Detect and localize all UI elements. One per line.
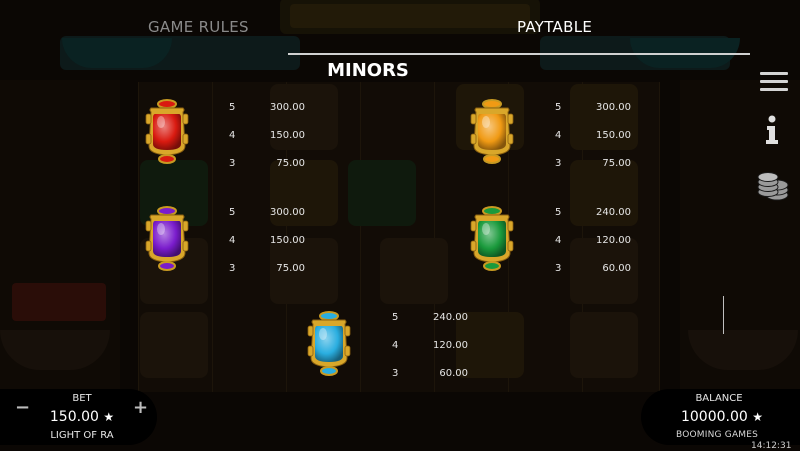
bet-value: 150.00 (49, 409, 99, 425)
section-title: MINORS (327, 60, 409, 81)
pay-amount: 150.00 (270, 235, 305, 246)
bg-gem-left (62, 38, 172, 68)
pay-amount: 300.00 (596, 102, 631, 113)
pay-count: 3 (392, 368, 399, 379)
pay-count: 3 (229, 158, 236, 169)
game-logo-ghost (280, 0, 540, 38)
coins-icon[interactable] (757, 168, 789, 204)
balance-value: 10000.00 (680, 409, 748, 425)
green-scarab-icon (470, 205, 514, 271)
bg-red-panel (12, 283, 106, 321)
pay-amount: 150.00 (596, 130, 631, 141)
pay-count: 5 (555, 102, 562, 113)
red-scarab-icon (145, 98, 189, 164)
blue-scarab-icon (307, 310, 351, 376)
pay-amount: 60.00 (602, 263, 631, 274)
star-icon: ★ (752, 410, 764, 424)
bet-value-row: 150.00 ★ (38, 409, 126, 425)
pay-amount: 75.00 (276, 263, 305, 274)
info-icon[interactable] (763, 115, 781, 145)
balance-panel: BALANCE 10000.00 ★ BOOMING GAMES (641, 389, 800, 445)
orange-scarab-icon (470, 98, 514, 164)
pay-count: 5 (555, 207, 562, 218)
tab-game-rules[interactable]: GAME RULES (148, 18, 249, 36)
pay-amount: 120.00 (433, 340, 468, 351)
pay-amount: 75.00 (602, 158, 631, 169)
brand-logo: BOOMING GAMES (676, 430, 759, 440)
star-icon: ★ (103, 410, 115, 424)
bet-decrease-button[interactable]: − (15, 397, 30, 418)
pay-count: 4 (229, 235, 236, 246)
pay-count: 5 (392, 312, 399, 323)
menu-icon[interactable] (760, 72, 788, 96)
pay-amount: 300.00 (270, 207, 305, 218)
pay-amount: 150.00 (270, 130, 305, 141)
balance-value-row: 10000.00 ★ (667, 409, 777, 425)
pay-count: 5 (229, 207, 236, 218)
pay-amount: 60.00 (439, 368, 468, 379)
balance-label: BALANCE (695, 393, 743, 404)
bg-cell (380, 238, 448, 304)
pay-count: 4 (229, 130, 236, 141)
bet-panel: BET − 150.00 ★ + LIGHT OF RA (0, 389, 157, 445)
pay-count: 3 (229, 263, 236, 274)
bg-cell (140, 312, 208, 378)
pay-amount: 240.00 (596, 207, 631, 218)
purple-scarab-icon (145, 205, 189, 271)
pay-count: 3 (555, 263, 562, 274)
pay-count: 3 (555, 158, 562, 169)
pay-amount: 300.00 (270, 102, 305, 113)
tab-underline (288, 53, 750, 55)
bg-cell (570, 312, 638, 378)
pay-count: 5 (229, 102, 236, 113)
pay-amount: 120.00 (596, 235, 631, 246)
pay-count: 4 (392, 340, 399, 351)
bg-cell (348, 160, 416, 226)
pay-amount: 75.00 (276, 158, 305, 169)
tab-paytable[interactable]: PAYTABLE (517, 18, 592, 36)
pay-amount: 240.00 (433, 312, 468, 323)
bet-increase-button[interactable]: + (133, 397, 148, 418)
pay-count: 4 (555, 235, 562, 246)
scroll-indicator[interactable] (723, 296, 724, 334)
pay-count: 4 (555, 130, 562, 141)
bet-label: BET (72, 393, 92, 404)
game-name: LIGHT OF RA (50, 430, 114, 441)
